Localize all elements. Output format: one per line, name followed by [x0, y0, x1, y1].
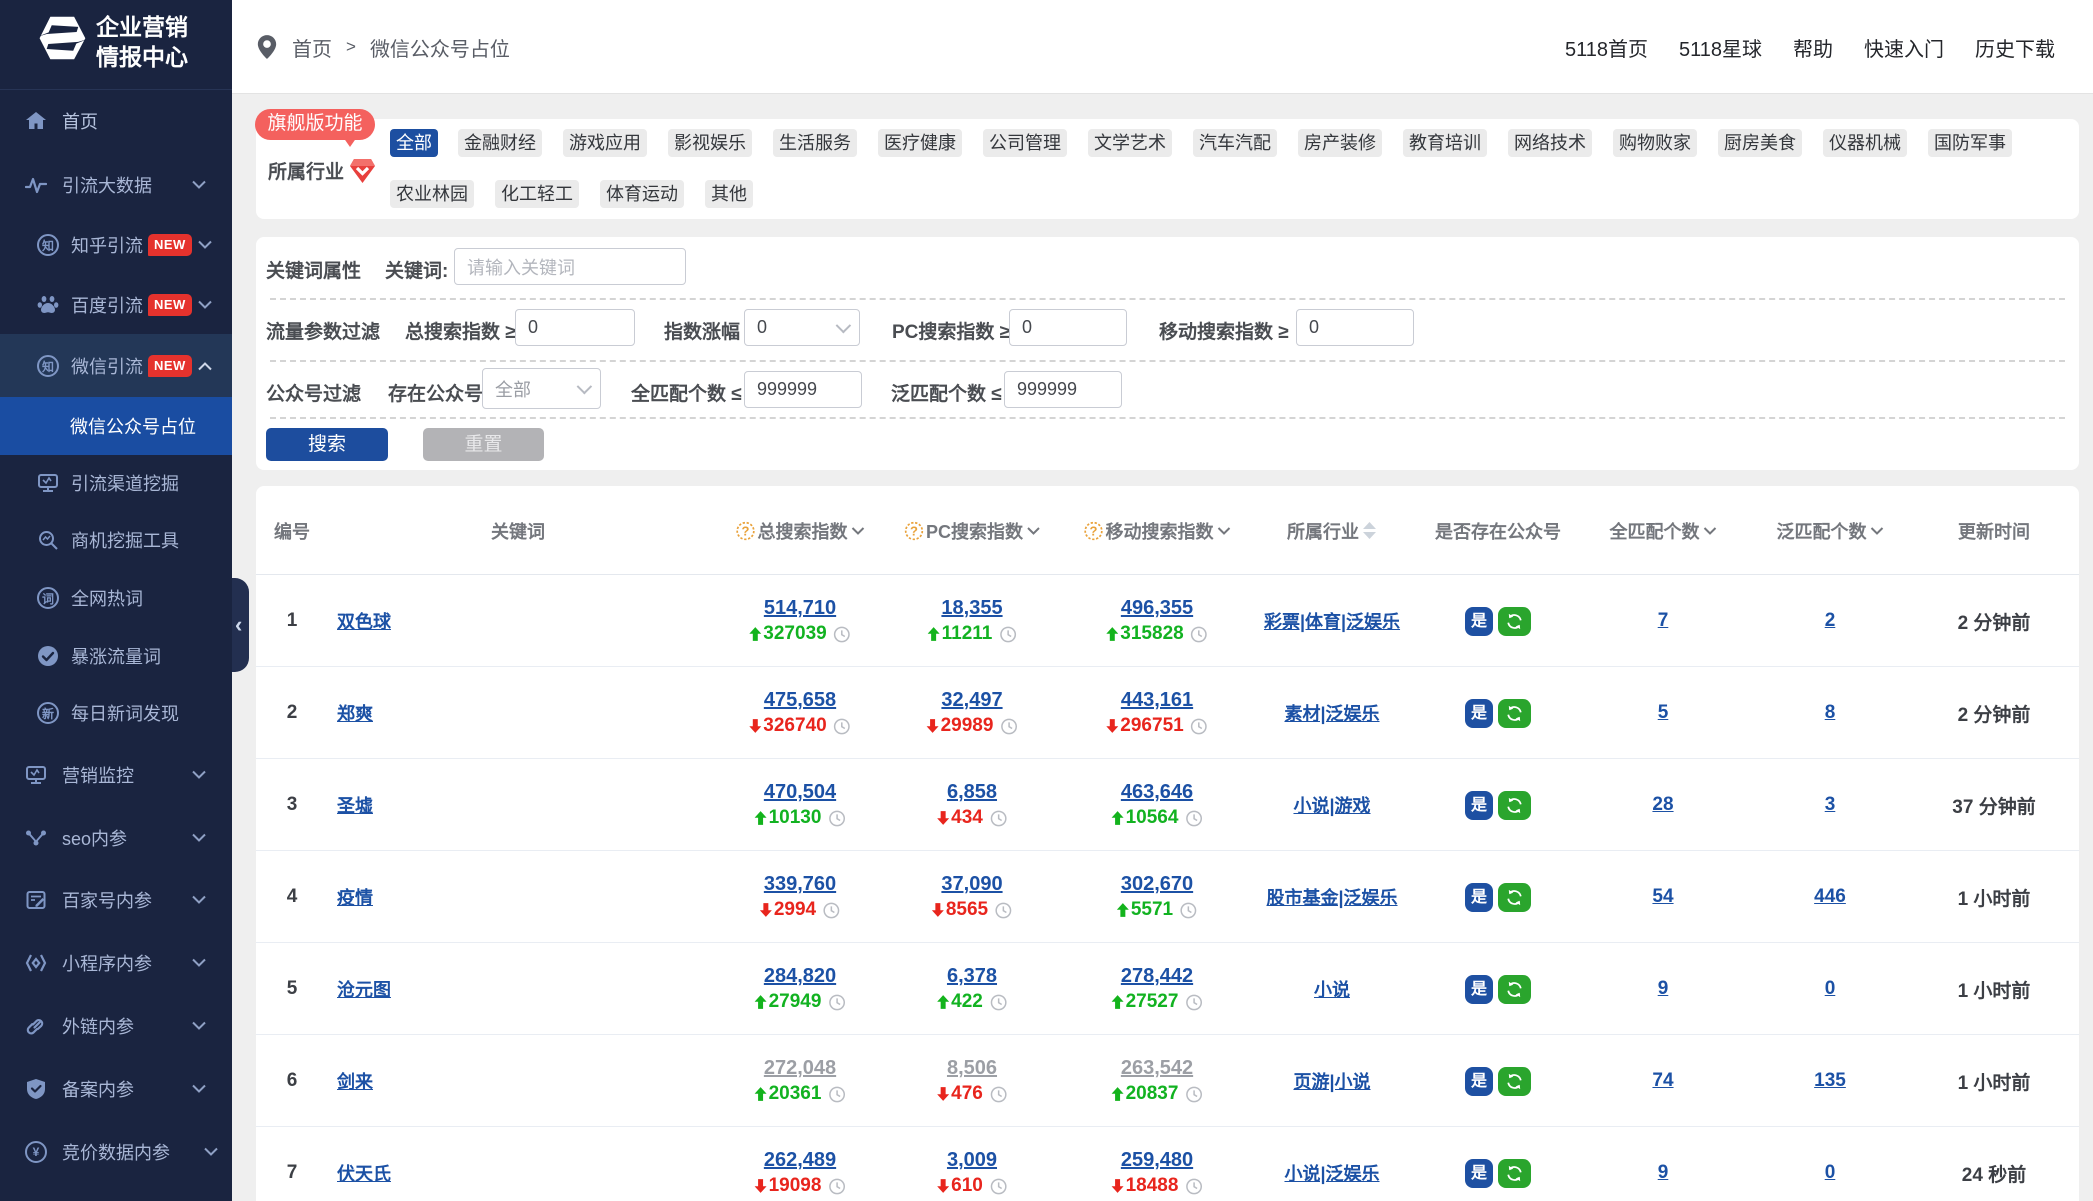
- svg-text:?: ?: [742, 523, 750, 538]
- svg-text:?: ?: [1090, 523, 1098, 538]
- svg-text:?: ?: [910, 523, 918, 538]
